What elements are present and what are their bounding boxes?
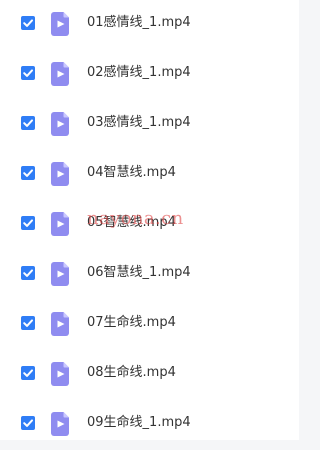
video-file-icon <box>51 362 69 386</box>
checkbox[interactable] <box>21 216 35 230</box>
file-list: 01感情线_1.mp4 02感情线_1.mp4 03感情线_1.mp4 04智慧… <box>0 0 299 440</box>
video-file-icon <box>51 112 69 136</box>
video-file-icon <box>51 312 69 336</box>
video-file-icon <box>51 62 69 86</box>
file-row[interactable]: 09生命线_1.mp4 <box>0 400 299 450</box>
checkbox[interactable] <box>21 66 35 80</box>
file-row[interactable]: 03感情线_1.mp4 <box>0 100 299 150</box>
file-row[interactable]: 01感情线_1.mp4 <box>0 0 299 50</box>
file-row[interactable]: 04智慧线.mp4 <box>0 150 299 200</box>
checkmark-icon <box>23 419 33 427</box>
checkbox[interactable] <box>21 116 35 130</box>
checkmark-icon <box>23 219 33 227</box>
checkbox[interactable] <box>21 366 35 380</box>
file-name: 08生命线.mp4 <box>87 365 176 380</box>
file-row[interactable]: 05智慧线.mp4 <box>0 200 299 250</box>
file-row[interactable]: 08生命线.mp4 <box>0 350 299 400</box>
file-name: 09生命线_1.mp4 <box>87 415 191 430</box>
file-row[interactable]: 02感情线_1.mp4 <box>0 50 299 100</box>
video-file-icon <box>51 12 69 36</box>
file-row[interactable]: 06智慧线_1.mp4 <box>0 250 299 300</box>
file-row[interactable]: 07生命线.mp4 <box>0 300 299 350</box>
file-name: 05智慧线.mp4 <box>87 215 176 230</box>
checkbox[interactable] <box>21 16 35 30</box>
file-name: 07生命线.mp4 <box>87 315 176 330</box>
file-name: 01感情线_1.mp4 <box>87 15 191 30</box>
checkbox[interactable] <box>21 416 35 430</box>
file-name: 03感情线_1.mp4 <box>87 115 191 130</box>
checkbox[interactable] <box>21 316 35 330</box>
checkbox[interactable] <box>21 166 35 180</box>
checkmark-icon <box>23 69 33 77</box>
video-file-icon <box>51 212 69 236</box>
file-list-panel: 01感情线_1.mp4 02感情线_1.mp4 03感情线_1.mp4 04智慧… <box>0 0 299 440</box>
checkmark-icon <box>23 319 33 327</box>
video-file-icon <box>51 262 69 286</box>
video-file-icon <box>51 412 69 436</box>
file-name: 04智慧线.mp4 <box>87 165 176 180</box>
video-file-icon <box>51 162 69 186</box>
checkmark-icon <box>23 169 33 177</box>
file-name: 02感情线_1.mp4 <box>87 65 191 80</box>
checkmark-icon <box>23 119 33 127</box>
file-name: 06智慧线_1.mp4 <box>87 265 191 280</box>
checkbox[interactable] <box>21 266 35 280</box>
checkmark-icon <box>23 369 33 377</box>
checkmark-icon <box>23 19 33 27</box>
checkmark-icon <box>23 269 33 277</box>
